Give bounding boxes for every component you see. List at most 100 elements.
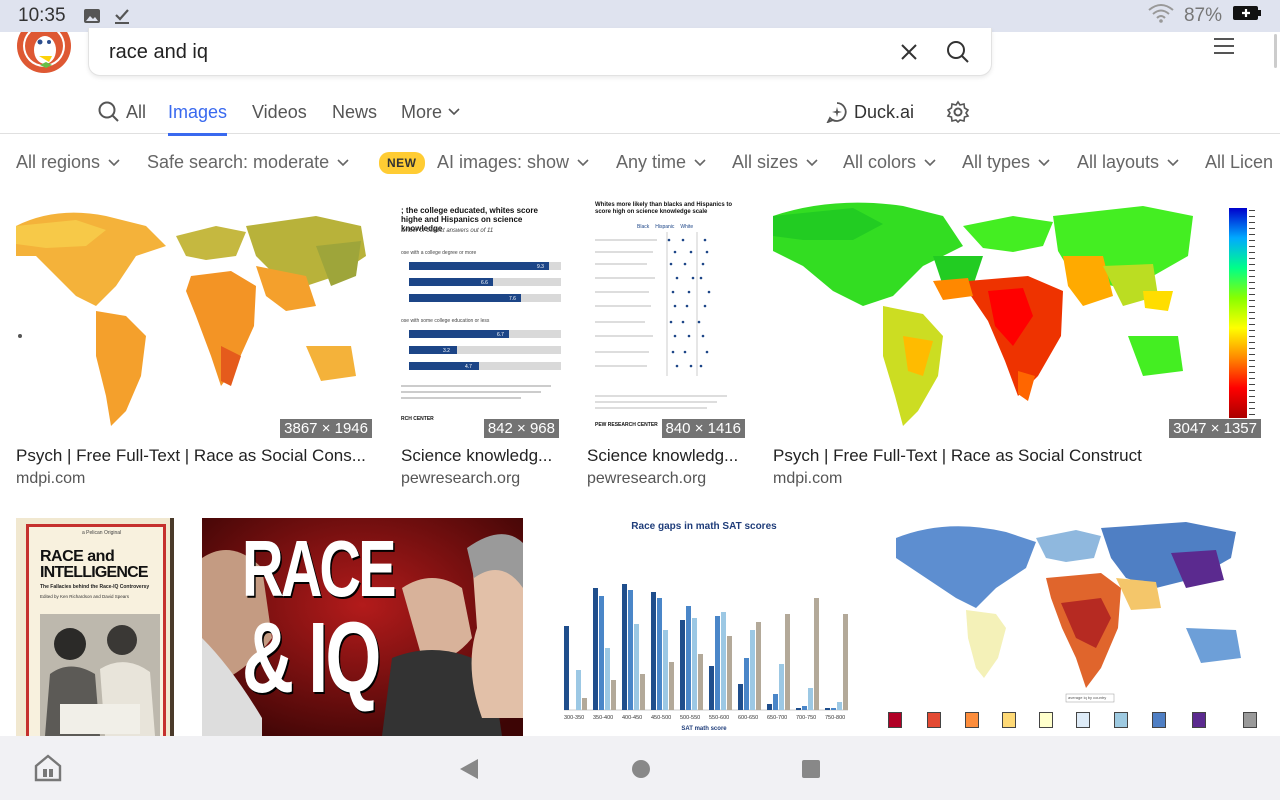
- tab-images[interactable]: Images: [168, 96, 228, 136]
- gear-icon: [946, 100, 970, 124]
- result-thumbnail[interactable]: RACE & IQ: [202, 518, 523, 736]
- tab-news[interactable]: News: [332, 96, 377, 128]
- hamburger-menu-button[interactable]: [1212, 36, 1236, 56]
- result-title[interactable]: Science knowledg...: [401, 446, 571, 466]
- tab-videos[interactable]: Videos: [252, 96, 307, 128]
- filter-types-label: All types: [962, 152, 1031, 172]
- image-dimensions: 3867 × 1946: [280, 419, 372, 438]
- sat-bar: [576, 670, 581, 710]
- video-title-line1: RACE: [242, 524, 397, 613]
- filter-safe-search[interactable]: Safe search: moderate: [147, 152, 349, 173]
- sat-bar: [657, 598, 662, 710]
- back-button[interactable]: [456, 756, 482, 782]
- result-thumbnail[interactable]: 3867 × 1946: [16, 196, 374, 440]
- image-result[interactable]: 3867 × 1946 Psych | Free Full-Text | Rac…: [16, 196, 374, 496]
- duckduckgo-logo[interactable]: [16, 32, 72, 74]
- sat-bar: [837, 702, 842, 710]
- search-box[interactable]: race and iq: [88, 28, 992, 76]
- sat-bar: [599, 596, 604, 710]
- search-input[interactable]: race and iq: [109, 41, 208, 64]
- result-thumbnail[interactable]: average iq by country: [886, 518, 1263, 736]
- sat-bar: [715, 616, 720, 710]
- back-icon: [460, 759, 478, 779]
- tab-all[interactable]: All: [98, 96, 146, 128]
- image-result[interactable]: 3047 × 1357 Psych | Free Full-Text | Rac…: [773, 196, 1263, 496]
- settings-button[interactable]: [946, 100, 970, 124]
- download-done-icon: [112, 6, 132, 26]
- world-map-image: [773, 202, 1193, 426]
- chevron-down-icon: [108, 158, 120, 166]
- book-title-line2: INTELLIGENCE: [40, 564, 149, 581]
- sat-x-tick-label: 700-750: [796, 715, 816, 721]
- result-source[interactable]: mdpi.com: [16, 470, 85, 488]
- tab-images-label: Images: [168, 101, 228, 122]
- sat-bar: [721, 612, 726, 710]
- wifi-icon: [1148, 3, 1174, 29]
- scale-ticks: [1249, 210, 1255, 416]
- clear-search-button[interactable]: [897, 40, 921, 64]
- chevron-down-icon: [337, 158, 349, 166]
- filter-types[interactable]: All types: [962, 152, 1050, 173]
- result-title[interactable]: Psych | Free Full-Text | Race as Social …: [16, 446, 374, 466]
- bar-value: 6.6: [481, 280, 488, 286]
- recents-button[interactable]: [798, 756, 824, 782]
- sat-bar: [750, 630, 755, 710]
- home-button[interactable]: [628, 756, 654, 782]
- filter-safe-search-label: Safe search: moderate: [147, 152, 330, 172]
- filter-colors[interactable]: All colors: [843, 152, 936, 173]
- sat-bar: [605, 648, 610, 710]
- result-title[interactable]: Science knowledg...: [587, 446, 757, 466]
- sat-bar: [802, 706, 807, 710]
- image-result[interactable]: Race gaps in math SAT scores 300-350 350-…: [548, 518, 860, 736]
- result-source[interactable]: pewresearch.org: [587, 470, 706, 488]
- image-dimensions: 842 × 968: [483, 419, 559, 438]
- duck-ai-button[interactable]: Duck.ai: [826, 96, 914, 128]
- sat-bar: [663, 630, 668, 710]
- image-result[interactable]: RACE & IQ: [202, 518, 523, 736]
- result-thumbnail[interactable]: 3047 × 1357: [773, 196, 1263, 440]
- tab-more[interactable]: More: [401, 96, 460, 128]
- result-thumbnail[interactable]: Race gaps in math SAT scores 300-350 350-…: [548, 518, 860, 736]
- filter-licenses[interactable]: All Licen: [1205, 152, 1273, 173]
- result-thumbnail[interactable]: ; the college educated, whites score hig…: [401, 196, 561, 440]
- filter-time-label: Any time: [616, 152, 687, 172]
- image-result[interactable]: average iq by country: [886, 518, 1263, 736]
- filter-ai-images[interactable]: AI images: show: [437, 152, 589, 173]
- bar-value: 4.7: [465, 364, 472, 370]
- image-result[interactable]: Whites more likely than blacks and Hispa…: [587, 196, 747, 496]
- sat-bar: [773, 694, 778, 710]
- image-result[interactable]: a Pelican Original RACE and INTELLIGENCE…: [16, 518, 174, 736]
- chevron-down-icon: [1038, 158, 1050, 166]
- search-icon: [98, 101, 119, 122]
- result-thumbnail[interactable]: Whites more likely than blacks and Hispa…: [587, 196, 747, 440]
- sat-bar: [680, 620, 685, 710]
- sat-bar: [692, 618, 697, 710]
- filter-time[interactable]: Any time: [616, 152, 706, 173]
- sat-bar: [767, 704, 772, 710]
- gallery-icon: [82, 6, 102, 26]
- chevron-down-icon: [448, 108, 460, 116]
- search-button[interactable]: [945, 39, 971, 65]
- result-source[interactable]: mdpi.com: [773, 470, 842, 488]
- sat-bar: [628, 590, 633, 710]
- bar-value: 9.3: [537, 264, 544, 270]
- sat-bar: [640, 674, 645, 710]
- filter-sizes[interactable]: All sizes: [732, 152, 818, 173]
- sat-bar: [825, 708, 830, 710]
- image-result[interactable]: ; the college educated, whites score hig…: [401, 196, 561, 496]
- scrollbar[interactable]: [1274, 34, 1277, 68]
- search-header: race and iq All Images Videos News More: [0, 28, 1280, 136]
- result-thumbnail[interactable]: a Pelican Original RACE and INTELLIGENCE…: [16, 518, 174, 736]
- filter-sizes-label: All sizes: [732, 152, 799, 172]
- filter-regions[interactable]: All regions: [16, 152, 120, 173]
- close-icon: [901, 44, 917, 60]
- battery-percent: 87%: [1183, 5, 1222, 26]
- home-shortcut-button[interactable]: [32, 752, 64, 784]
- sat-bar: [756, 622, 761, 710]
- book-subtitle: The Fallacies behind the Race-IQ Controv…: [40, 584, 150, 590]
- filter-layouts-label: All layouts: [1077, 152, 1160, 172]
- filter-layouts[interactable]: All layouts: [1077, 152, 1179, 173]
- result-source[interactable]: pewresearch.org: [401, 470, 520, 488]
- sat-x-tick-label: 400-450: [622, 715, 642, 721]
- result-title[interactable]: Psych | Free Full-Text | Race as Social …: [773, 446, 1263, 466]
